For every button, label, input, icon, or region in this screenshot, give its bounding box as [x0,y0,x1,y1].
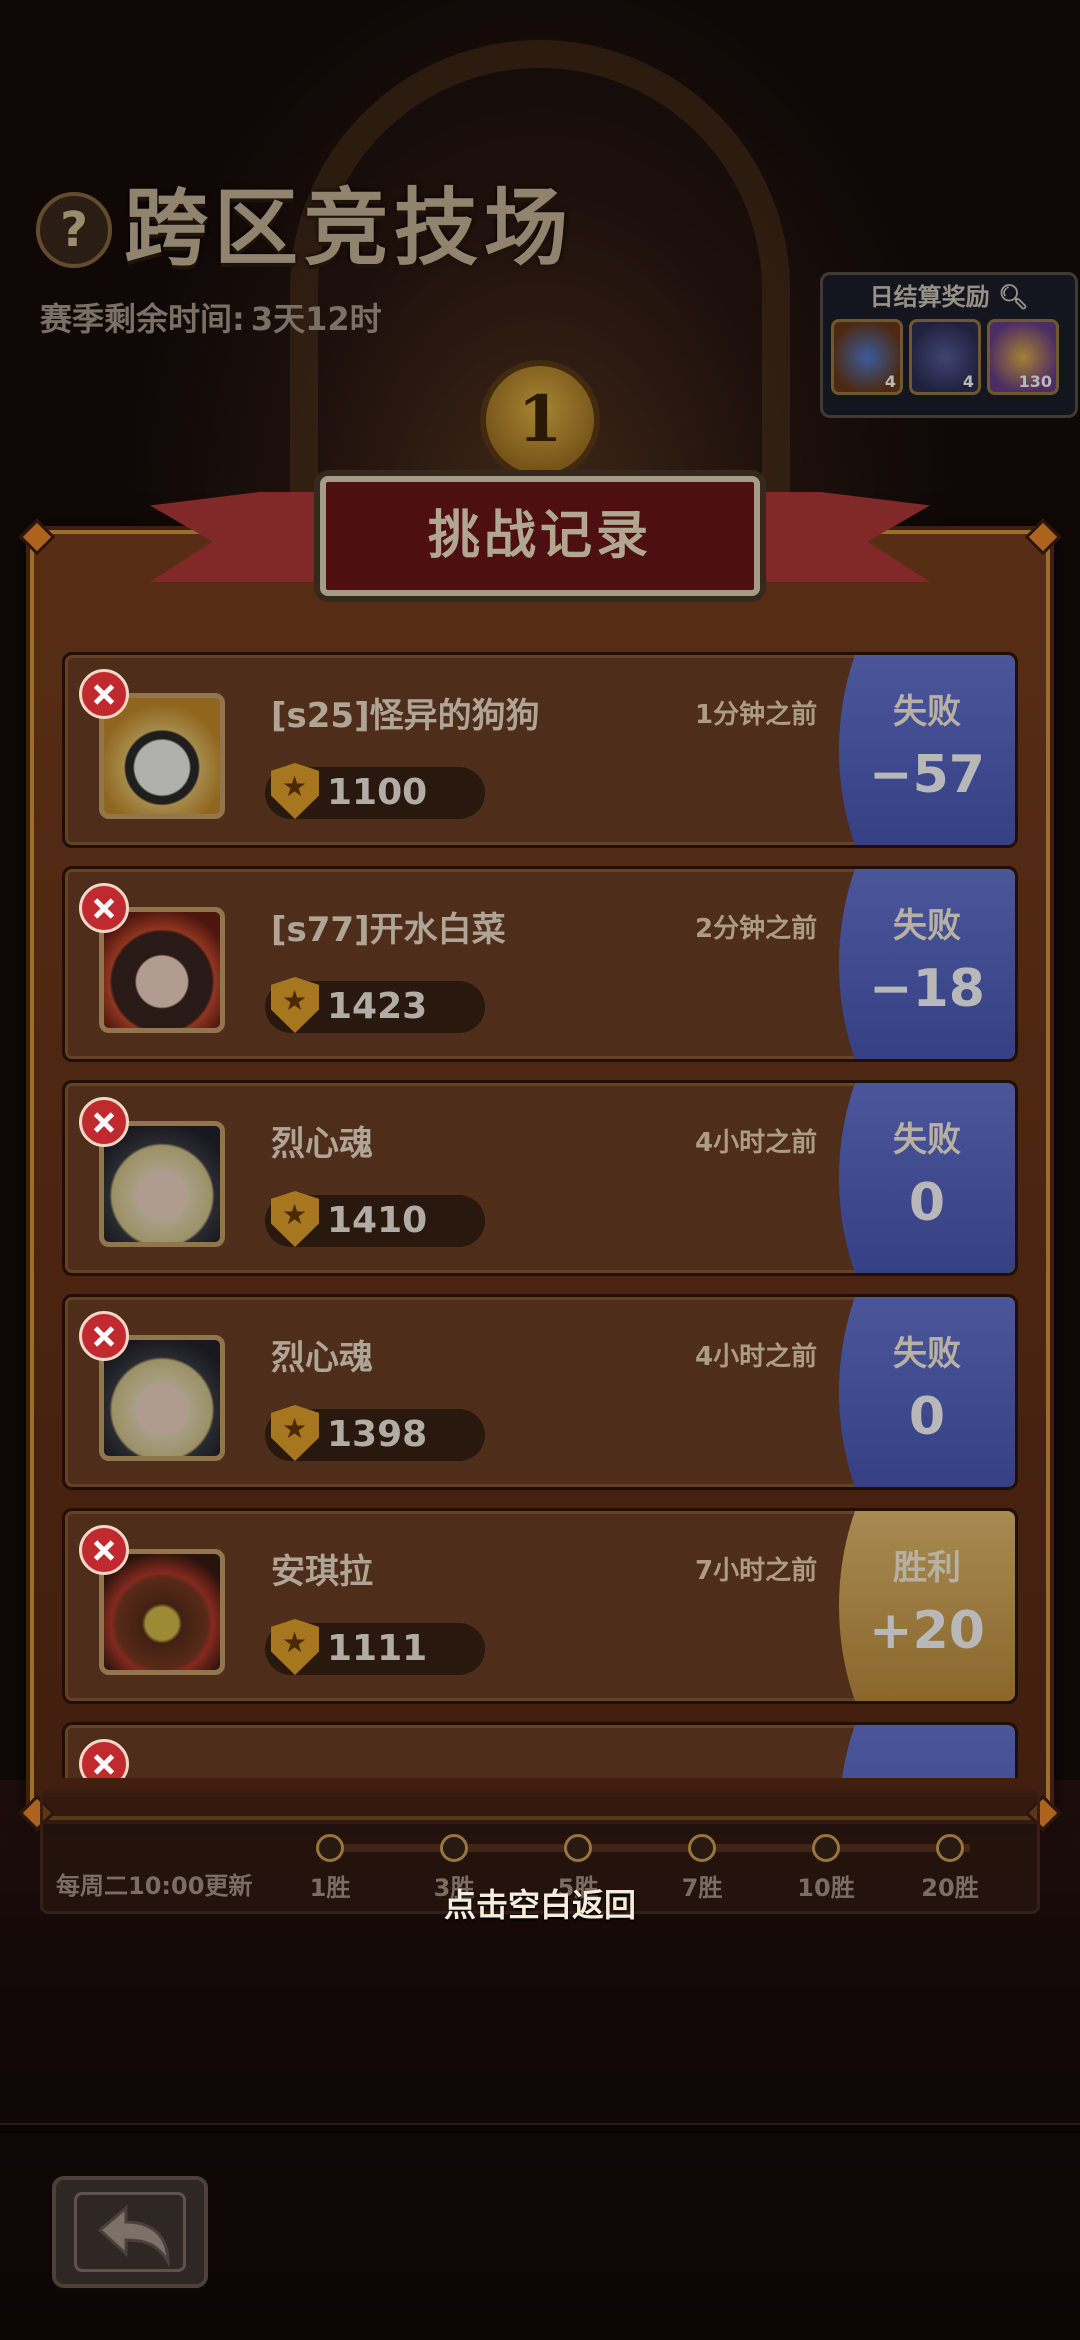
result-label: 失败 [893,1334,961,1374]
crossed-swords-icon [79,669,129,719]
dialog-title: 挑战记录 [427,506,652,566]
milestone-node[interactable] [688,1834,716,1862]
opponent-name: 烈心魂 [271,1124,373,1164]
result-label: 胜利 [893,1548,961,1588]
result-delta: −18 [869,959,985,1019]
help-icon: ? [60,202,88,258]
record-time: 4小时之前 [695,1342,818,1372]
opponent-name: [s25]怪异的狗狗 [271,696,540,736]
opponent-score: 1398 [327,1414,428,1455]
result-delta: +20 [869,1601,985,1661]
record-row[interactable]: 烈心魂 4小时之前 1410 失败 0 [62,1080,1018,1276]
purple-emblem-icon[interactable]: 4 [909,319,981,395]
crossed-swords-icon [79,1311,129,1361]
season-remaining: 赛季剩余时间: 3天12时 [40,294,388,344]
opponent-score: 1100 [327,772,428,813]
blue-gem-crest-icon[interactable]: 4 [831,319,903,395]
reward-qty: 4 [884,372,896,391]
opponent-name: 安琪拉 [271,1552,373,1592]
help-button[interactable]: ? [36,192,112,268]
season-label: 赛季剩余时间: [40,300,245,338]
result-badge-lose: 失败 −57 [839,655,1015,845]
milestone-node[interactable] [936,1834,964,1862]
milestone-node[interactable] [564,1834,592,1862]
opponent-score: 1423 [327,986,428,1027]
back-button[interactable] [52,2176,208,2288]
result-badge-lose [839,1725,1015,1778]
reward-qty: 130 [1018,372,1052,391]
opponent-name: [s77]开水白菜 [271,910,506,950]
opponent-score: 1111 [327,1628,428,1669]
result-delta: 0 [908,1173,946,1233]
season-value: 3天12时 [250,300,382,338]
result-label: 失败 [893,906,961,946]
record-time: 7小时之前 [695,1556,818,1586]
record-row[interactable]: [s77]开水白菜 2分钟之前 1423 失败 −18 [62,866,1018,1062]
record-row-partial[interactable] [62,1722,1018,1778]
result-delta: −57 [869,745,985,805]
reward-qty: 4 [962,372,974,391]
daily-reward-title: 日结算奖励 🔍︎ [869,283,1029,311]
magnifier-icon: 🔍︎ [997,283,1029,311]
crossed-swords-icon [79,1525,129,1575]
record-list[interactable]: [s25]怪异的狗狗 1分钟之前 1100 失败 −57 [s77]开水白菜 2… [62,652,1018,1778]
milestone-node[interactable] [316,1834,344,1862]
banner-plate: 挑战记录 [320,476,760,596]
tap-to-return-hint[interactable]: 点击空白返回 [0,1880,1080,1930]
result-label: 失败 [893,692,961,732]
record-time: 1分钟之前 [695,700,818,730]
bottom-bar-divider [0,2125,1080,2133]
result-badge-win: 胜利 +20 [839,1511,1015,1701]
result-delta: 0 [908,1387,946,1447]
result-badge-lose: 失败 −18 [839,869,1015,1059]
dialog-banner: 挑战记录 [150,452,930,602]
gold-crown-coin-icon[interactable]: 130 [987,319,1059,395]
arena-title: 跨区竞技场 [124,179,575,277]
crossed-swords-icon [79,883,129,933]
daily-reward-panel[interactable]: 日结算奖励 🔍︎ 4 4 130 [820,272,1078,418]
opponent-name: 烈心魂 [271,1338,373,1378]
record-row[interactable]: 安琪拉 7小时之前 1111 胜利 +20 [62,1508,1018,1704]
record-time: 2分钟之前 [695,914,818,944]
record-row[interactable]: [s25]怪异的狗狗 1分钟之前 1100 失败 −57 [62,652,1018,848]
record-row[interactable]: 烈心魂 4小时之前 1398 失败 0 [62,1294,1018,1490]
reward-items: 4 4 130 [831,319,1059,395]
crossed-swords-icon [79,1097,129,1147]
milestone-node[interactable] [812,1834,840,1862]
record-time: 4小时之前 [695,1128,818,1158]
result-label: 失败 [893,1120,961,1160]
back-arrow-icon [97,2204,170,2268]
result-badge-lose: 失败 0 [839,1083,1015,1273]
opponent-score: 1410 [327,1200,428,1241]
crossed-swords-icon [79,1739,129,1778]
result-badge-lose: 失败 0 [839,1297,1015,1487]
milestone-node[interactable] [440,1834,468,1862]
progress-track [330,1844,970,1852]
